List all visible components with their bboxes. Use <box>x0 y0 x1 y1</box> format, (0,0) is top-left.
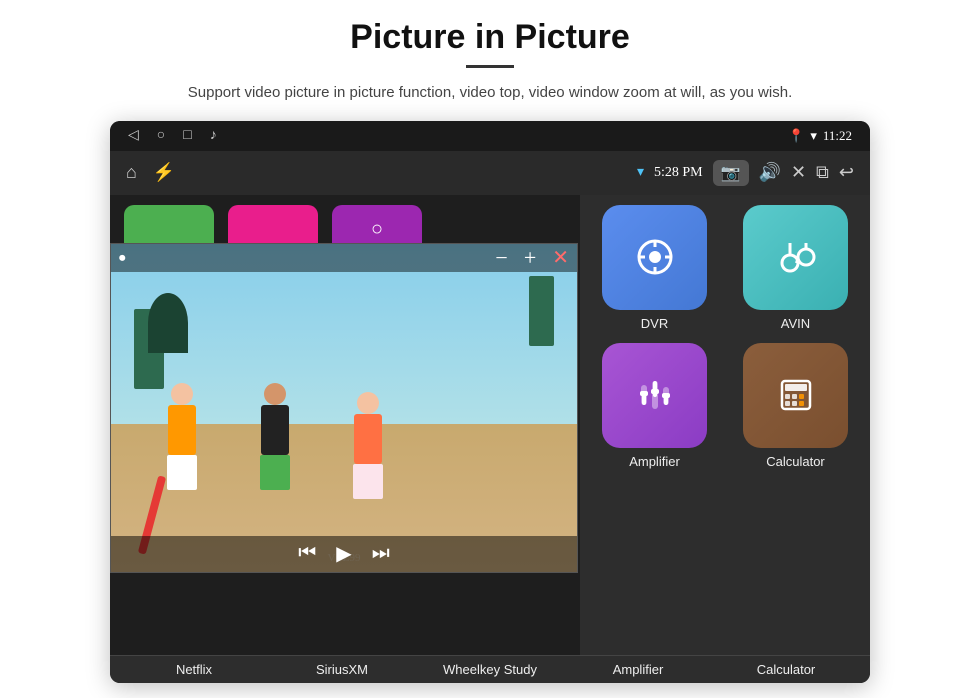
pip-icon[interactable]: ⧉ <box>816 162 829 183</box>
location-icon: 📍 <box>788 128 804 144</box>
recent-nav-icon[interactable]: □ <box>183 128 191 144</box>
close-icon[interactable]: ✕ <box>791 162 806 183</box>
pip-close-icon[interactable]: ✕ <box>552 245 569 270</box>
pip-expand-icon[interactable]: + <box>524 245 536 271</box>
app-item-amplifier[interactable]: Amplifier <box>590 343 719 469</box>
amplifier-icon-box[interactable] <box>602 343 707 448</box>
app-grid: DVR AVIN <box>590 205 860 469</box>
wifi-bar-icon: ▾ <box>637 164 644 181</box>
home-nav-icon[interactable]: ○ <box>157 128 165 144</box>
wifi-icon: ▾ <box>810 128 817 144</box>
camera-button[interactable]: 📷 <box>713 160 749 186</box>
app-item-avin[interactable]: AVIN <box>731 205 860 331</box>
home-icon[interactable]: ⌂ <box>126 162 137 183</box>
avin-icon <box>772 233 820 281</box>
bottom-app-siriusxm[interactable]: SiriusXM <box>282 662 402 677</box>
amplifier-bottom-label: Amplifier <box>613 662 664 677</box>
app-bar-right: ▾ 5:28 PM 📷 🔊 ✕ ⧉ ↩ <box>637 160 854 186</box>
pip-controls: − + ✕ <box>495 245 569 271</box>
video-section: ○ ⏺ − + ✕ <box>110 195 580 655</box>
pip-minimize-icon[interactable]: − <box>495 245 507 271</box>
back-nav-icon[interactable]: ◁ <box>128 127 139 144</box>
app-item-dvr[interactable]: DVR <box>590 205 719 331</box>
fast-forward-button[interactable]: ⏭ <box>372 542 390 565</box>
beach-scene <box>111 244 577 572</box>
person1 <box>167 383 197 490</box>
device-frame: ◁ ○ □ ♪ 📍 ▾ 11:22 ⌂ ⚡ ▾ 5:28 PM 📷 🔊 <box>110 121 870 683</box>
netflix-label: Netflix <box>176 662 212 677</box>
wheelkey-label: Wheelkey Study <box>443 662 537 677</box>
app-grid-section: DVR AVIN <box>580 195 870 655</box>
rewind-button[interactable]: ⏮ <box>298 542 316 565</box>
bottom-app-netflix[interactable]: Netflix <box>134 662 254 677</box>
play-button[interactable]: ▶ <box>336 541 351 566</box>
amplifier-label: Amplifier <box>629 454 680 469</box>
dvr-icon-box[interactable] <box>602 205 707 310</box>
bottom-app-calculator[interactable]: Calculator <box>726 662 846 677</box>
status-bar-left: ◁ ○ □ ♪ <box>128 127 217 144</box>
bottom-app-labels: Netflix SiriusXM Wheelkey Study Amplifie… <box>110 655 870 683</box>
status-time: 11:22 <box>823 128 852 144</box>
app-bar: ⌂ ⚡ ▾ 5:28 PM 📷 🔊 ✕ ⧉ ↩ <box>110 151 870 195</box>
pip-window[interactable]: ⏺ − + ✕ <box>110 243 578 573</box>
bottom-app-amplifier[interactable]: Amplifier <box>578 662 698 677</box>
page-title: Picture in Picture <box>350 18 630 57</box>
music-nav-icon[interactable]: ♪ <box>210 128 217 144</box>
amplifier-icon <box>631 371 679 419</box>
tree2 <box>529 276 554 346</box>
calculator-bottom-label: Calculator <box>757 662 816 677</box>
app-bar-time: 5:28 PM <box>654 165 703 181</box>
status-bar: ◁ ○ □ ♪ 📍 ▾ 11:22 <box>110 121 870 151</box>
siriusxm-label: SiriusXM <box>316 662 368 677</box>
pip-top-bar: ⏺ − + ✕ <box>111 244 577 272</box>
volume-icon[interactable]: 🔊 <box>759 162 781 183</box>
usb-icon: ⚡ <box>153 162 175 183</box>
calculator-label: Calculator <box>766 454 825 469</box>
app-item-calculator[interactable]: Calculator <box>731 343 860 469</box>
dvr-label: DVR <box>641 316 668 331</box>
pip-bottom-bar: ⏮ ▶ ⏭ <box>111 536 577 572</box>
main-content: ○ ⏺ − + ✕ <box>110 195 870 655</box>
app-bar-left: ⌂ ⚡ <box>126 162 175 183</box>
page-container: Picture in Picture Support video picture… <box>0 0 980 698</box>
avin-icon-box[interactable] <box>743 205 848 310</box>
dvr-icon <box>631 233 679 281</box>
title-divider <box>466 65 514 68</box>
avin-label: AVIN <box>781 316 810 331</box>
status-bar-right: 📍 ▾ 11:22 <box>788 128 852 144</box>
tree-top1 <box>148 293 188 353</box>
calculator-icon <box>772 371 820 419</box>
pip-record-icon: ⏺ <box>119 250 126 266</box>
wheelkey-icon: ○ <box>371 218 383 241</box>
page-subtitle: Support video picture in picture functio… <box>188 82 792 105</box>
bottom-app-wheelkey[interactable]: Wheelkey Study <box>430 662 550 677</box>
person3 <box>353 392 383 499</box>
calculator-icon-box[interactable] <box>743 343 848 448</box>
back-icon[interactable]: ↩ <box>839 162 854 183</box>
person2 <box>260 383 290 490</box>
